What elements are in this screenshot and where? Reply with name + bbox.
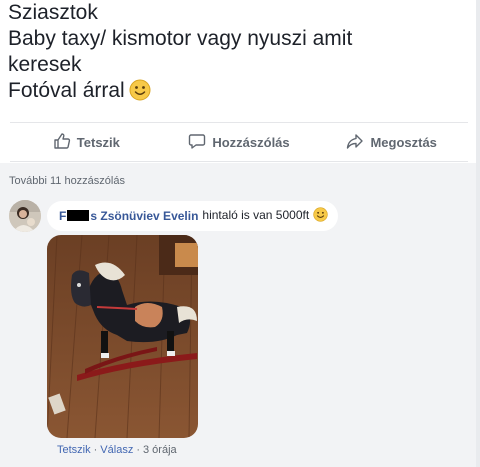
page-edge-divider: [476, 0, 480, 467]
comment-timestamp[interactable]: 3 órája: [143, 444, 177, 456]
comment-bubble: Fs Zsönüviev Evelin hintaló is van 5000f…: [47, 201, 338, 231]
like-label: Tetszik: [76, 134, 120, 150]
share-arrow-icon: [346, 132, 364, 153]
share-button[interactable]: Megosztás: [315, 132, 468, 153]
comment-text: hintaló is van 5000ft: [202, 207, 328, 225]
comment-text-body: hintaló is van 5000ft: [202, 208, 310, 222]
rocking-horse-photo[interactable]: [47, 235, 198, 438]
author-name-rest: Zsönüviev Evelin: [100, 209, 199, 223]
like-button[interactable]: Tetszik: [10, 132, 163, 153]
comment-label: Hozzászólás: [212, 134, 290, 150]
post-text: Sziasztok Baby taxy/ kismotor vagy nyusz…: [8, 0, 468, 108]
comment-author-name[interactable]: Fs Zsönüviev Evelin: [59, 209, 198, 223]
post-line-4-text: Fotóval árral: [8, 79, 125, 102]
post-line-3: keresek: [8, 53, 82, 76]
meta-separator: ·: [93, 444, 98, 456]
comment-like-link[interactable]: Tetszik: [57, 444, 91, 456]
post-line-4: Fotóval árral: [8, 78, 468, 108]
author-name-end: s: [90, 209, 98, 223]
view-more-comments-link[interactable]: További 11 hozzászólás: [9, 175, 125, 187]
post-line-2: Baby taxy/ kismotor vagy nyuszi amit: [8, 27, 353, 50]
post-actions-bar: Tetszik Hozzászólás Megosztás: [10, 122, 468, 162]
smiley-icon: [312, 207, 328, 225]
share-label: Megosztás: [370, 134, 437, 150]
comment-icon: [188, 132, 206, 153]
avatar[interactable]: [9, 200, 41, 232]
post-line-1: Sziasztok: [8, 1, 98, 24]
thumbs-up-icon: [53, 132, 71, 153]
author-name-start: F: [59, 209, 67, 223]
redaction-bar: [67, 210, 90, 221]
meta-separator: ·: [136, 444, 140, 456]
comment-reply-link[interactable]: Válasz: [100, 444, 133, 456]
comment-button[interactable]: Hozzászólás: [163, 132, 316, 153]
smiley-icon: [129, 79, 151, 108]
comment-meta: Tetszik · Válasz · 3 órája: [57, 444, 177, 456]
